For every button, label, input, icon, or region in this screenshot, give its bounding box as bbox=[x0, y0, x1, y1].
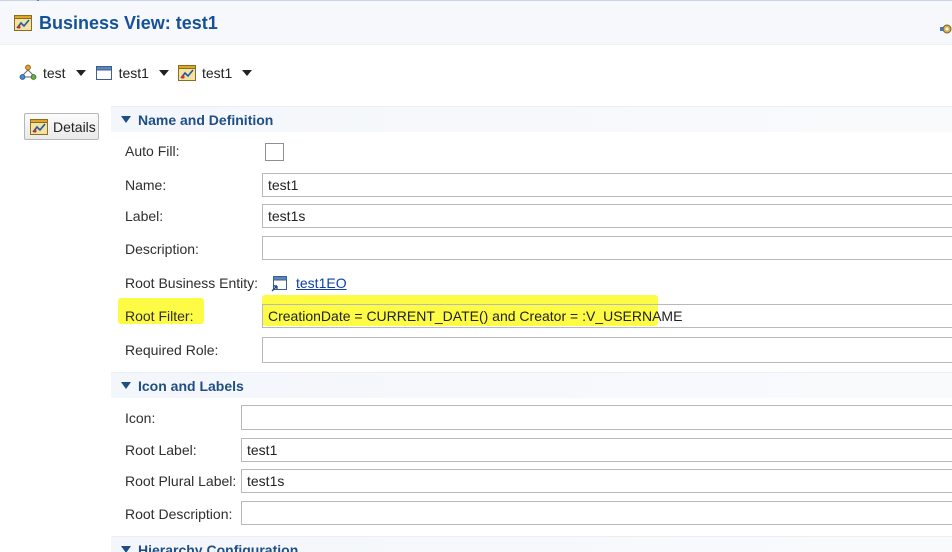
collapse-triangle-icon bbox=[121, 382, 131, 389]
breadcrumb-item-business-view[interactable]: test1 bbox=[177, 64, 253, 82]
settings-icon[interactable] bbox=[938, 22, 952, 36]
breadcrumb-item-view[interactable]: test1 bbox=[95, 64, 169, 82]
section-title: Hierarchy Configuration bbox=[138, 541, 299, 552]
root-business-entity-value: test1EO bbox=[271, 274, 347, 292]
chevron-down-icon[interactable] bbox=[75, 70, 86, 76]
section-title: Icon and Labels bbox=[138, 377, 244, 394]
section-name-definition[interactable]: Name and Definition bbox=[111, 106, 952, 132]
breadcrumb-label: test1 bbox=[201, 65, 233, 81]
collapse-triangle-icon bbox=[121, 116, 131, 123]
section-icon-labels[interactable]: Icon and Labels bbox=[111, 372, 952, 398]
view-window-icon bbox=[95, 64, 113, 82]
required-role-label: Required Role: bbox=[125, 342, 219, 358]
application-module-icon bbox=[19, 64, 37, 82]
label-field[interactable]: test1s bbox=[262, 204, 952, 228]
business-view-icon bbox=[30, 118, 48, 135]
entity-object-icon bbox=[271, 276, 287, 292]
root-plural-label-label: Root Plural Label: bbox=[125, 473, 237, 489]
root-label-label: Root Label: bbox=[125, 442, 197, 458]
auto-fill-label: Auto Fill: bbox=[125, 143, 180, 159]
details-label: Details bbox=[53, 118, 96, 135]
icon-field[interactable] bbox=[241, 405, 952, 430]
page-title: Business View: test1 bbox=[39, 13, 218, 33]
section-hierarchy[interactable]: Hierarchy Configuration bbox=[111, 536, 952, 552]
root-filter-label: Root Filter: bbox=[125, 308, 194, 324]
breadcrumb-label: test bbox=[43, 65, 66, 81]
business-view-icon bbox=[14, 15, 32, 31]
breadcrumb-item-application[interactable]: test bbox=[19, 64, 86, 82]
name-field[interactable]: test1 bbox=[262, 173, 952, 197]
breadcrumb-label: test1 bbox=[118, 65, 149, 81]
name-label: Name: bbox=[125, 177, 167, 193]
required-role-field[interactable] bbox=[262, 337, 952, 363]
root-plural-label-field[interactable]: test1s bbox=[241, 469, 952, 493]
chevron-down-icon[interactable] bbox=[158, 70, 169, 76]
description-label: Description: bbox=[125, 241, 199, 257]
chevron-down-icon[interactable] bbox=[242, 70, 253, 76]
root-label-field[interactable]: test1 bbox=[241, 438, 952, 462]
breadcrumb: test test1 test1 bbox=[19, 63, 261, 83]
description-field[interactable] bbox=[262, 236, 952, 260]
business-view-icon bbox=[177, 64, 196, 82]
details-button[interactable]: Details bbox=[24, 113, 99, 140]
auto-fill-checkbox[interactable] bbox=[265, 143, 284, 161]
icon-label: Icon: bbox=[125, 410, 156, 426]
section-title: Name and Definition bbox=[138, 111, 274, 128]
label-label: Label: bbox=[125, 208, 164, 224]
root-description-field[interactable] bbox=[241, 501, 952, 525]
root-business-entity-label: Root Business Entity: bbox=[125, 275, 259, 291]
editor-header: Business View: test1 bbox=[0, 1, 952, 45]
root-filter-field[interactable]: CreationDate = CURRENT_DATE() and Creato… bbox=[262, 304, 952, 328]
collapse-triangle-icon bbox=[121, 546, 131, 552]
root-business-entity-link[interactable]: test1EO bbox=[296, 275, 347, 291]
root-description-label: Root Description: bbox=[125, 506, 233, 522]
